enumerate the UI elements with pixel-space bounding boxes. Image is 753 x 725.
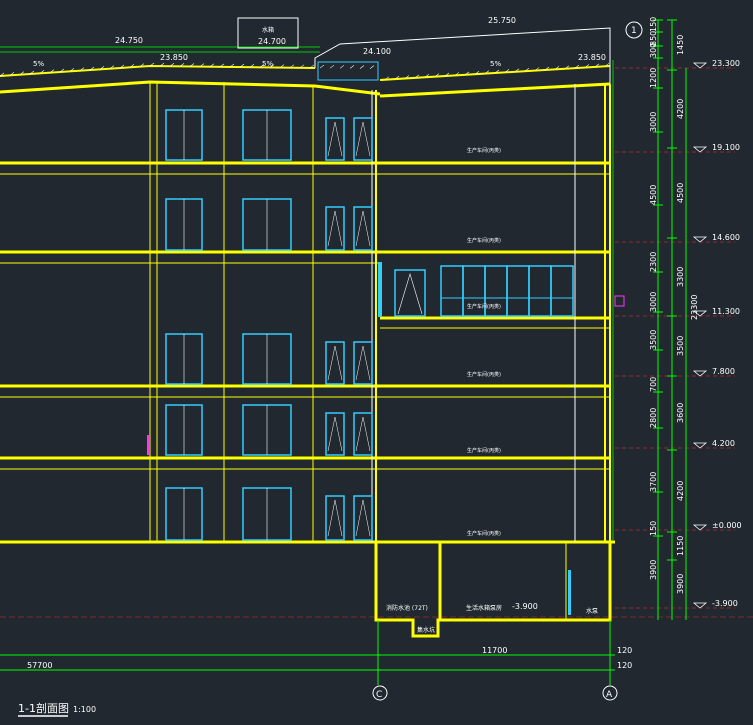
floor-label-4: 生产车间(丙类) [467, 303, 501, 310]
dim-outer: 3500 [676, 336, 685, 356]
dim-outer: 4500 [676, 183, 685, 203]
floor-label-2: 生产车间(丙类) [467, 447, 501, 454]
section-drawing: 24.750 23.850 水箱 24.700 24.100 25.750 23… [0, 0, 753, 725]
dim-inner: 2300 [649, 252, 658, 272]
stair-window [378, 262, 382, 317]
floor-label-3: 生产车间(丙类) [467, 371, 501, 378]
level-top: 25.750 [488, 16, 516, 25]
water-tank-label: 水箱 [262, 26, 274, 34]
dim-inner: 2800 [649, 408, 658, 428]
floor-label-5: 生产车间(丙类) [467, 237, 501, 244]
axis-c-label: C [376, 690, 382, 700]
level-right-roof: 23.850 [578, 53, 606, 62]
axis-top-label: 1 [631, 26, 637, 36]
slope-1: 5% [33, 60, 44, 68]
elevation-label: -3.900 [712, 599, 738, 608]
span-dim: 11700 [482, 646, 507, 655]
basement-level: -3.900 [512, 602, 538, 611]
dim-inner: 3900 [649, 560, 658, 580]
basement-room-mid: 生活水箱泵房 [466, 604, 502, 612]
floor-label-6: 生产车间(丙类) [467, 147, 501, 154]
dim-inner: 4500 [649, 185, 658, 205]
right-small-dim-2: 120 [617, 661, 632, 670]
right-small-dim-1: 120 [617, 646, 632, 655]
dim-inner: 1200 [649, 68, 658, 88]
drawing-title: 1-1剖面图 [18, 701, 69, 715]
dim-total: 23300 [690, 295, 699, 320]
dim-inner: 3500 [649, 330, 658, 350]
dim-outer: 3900 [676, 574, 685, 594]
dim-inner: 3000 [649, 292, 658, 312]
dim-inner: 150 [649, 17, 658, 32]
elevation-label: 7.800 [712, 367, 735, 376]
dim-inner: 3700 [649, 472, 658, 492]
dim-inner: 300 [649, 43, 658, 58]
total-dim: 57700 [27, 661, 52, 670]
floor-label-1: 生产车间(丙类) [467, 530, 501, 537]
elevation-label: 23.300 [712, 59, 740, 68]
elevation-label: 11.300 [712, 307, 740, 316]
level-left-roof: 24.750 [115, 36, 143, 45]
drawing-scale: 1:100 [73, 705, 96, 714]
dim-outer: 3300 [676, 267, 685, 287]
level-ridge-left: 23.850 [160, 53, 188, 62]
dim-inner: 700 [649, 377, 658, 392]
elevation-label: 4.200 [712, 439, 735, 448]
dim-outer: 1150 [676, 536, 685, 556]
dim-outer: 3600 [676, 403, 685, 423]
basement-door [568, 570, 571, 615]
slope-2: 5% [262, 60, 273, 68]
dim-inner: 150 [649, 521, 658, 536]
basement-room-left: 消防水池 (72T) [386, 604, 428, 612]
dim-outer: 4200 [676, 99, 685, 119]
basement-pit: 集水坑 [417, 626, 435, 634]
elevation-label: 14.600 [712, 233, 740, 242]
level-mid: 24.100 [363, 47, 391, 56]
slope-3: 5% [490, 60, 501, 68]
magenta-mark-1 [147, 435, 150, 455]
elevation-label: 19.100 [712, 143, 740, 152]
level-water-tank: 24.700 [258, 37, 286, 46]
dim-outer: 4200 [676, 481, 685, 501]
dim-outer: 1450 [676, 35, 685, 55]
elevation-label: ±0.000 [712, 521, 742, 530]
dim-inner: 3000 [649, 112, 658, 132]
axis-a-label: A [606, 690, 613, 700]
basement-room-right: 水泵 [586, 607, 598, 615]
